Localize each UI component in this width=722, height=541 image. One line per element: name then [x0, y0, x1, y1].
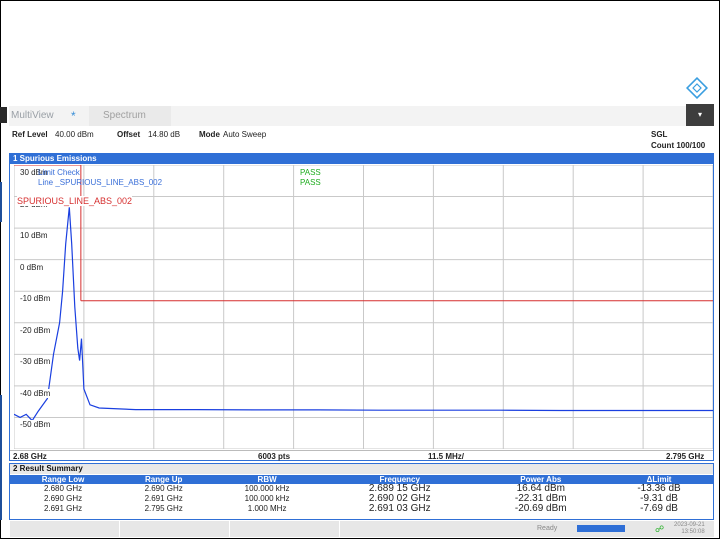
network-icon[interactable]: ☍: [655, 524, 664, 535]
column-header: Range Up: [116, 475, 212, 484]
table-cell: -20.69 dBm: [514, 503, 567, 514]
status-bar: Ready ☍ 2023-09-21 13:50:08: [9, 521, 714, 537]
spectrum-plot-svg: [14, 165, 713, 449]
status-ready: Ready: [537, 525, 558, 532]
table-cell: 2.690 GHz: [144, 484, 183, 493]
rs-logo-icon: [686, 77, 708, 99]
offset-value[interactable]: 14.80 dB: [148, 130, 180, 139]
table-cell: 2.691 GHz: [144, 494, 183, 503]
table-cell: 100.000 kHz: [244, 484, 290, 493]
table-cell: 100.000 kHz: [244, 494, 290, 503]
y-tick-label: 0 dBm: [20, 262, 44, 272]
left-edge-marker: [0, 182, 2, 222]
result-summary-window[interactable]: 2 Result Summary Range Low Range Up RBW Fre…: [9, 463, 714, 520]
status-segment: [119, 521, 230, 537]
table-cell: 2.690 GHz: [43, 494, 83, 503]
sweep-points: 6003 pts: [258, 452, 291, 461]
column-header: RBW: [211, 475, 323, 484]
table-cell: 1.000 MHz: [247, 504, 287, 513]
menu-button[interactable]: ▾: [686, 104, 714, 126]
tab-multiview[interactable]: MultiView: [9, 106, 54, 126]
window1-title[interactable]: 1 Spurious Emissions: [10, 154, 713, 164]
left-edge-marker: [0, 395, 2, 520]
tab-bar: MultiView * Spectrum: [9, 106, 686, 126]
datetime: 2023-09-21 13:50:08: [674, 522, 705, 536]
table-row[interactable]: 2.690 GHz 2.691 GHz 100.000 kHz 2.690 02 GH…: [10, 494, 713, 504]
plot-footer: 2.68 GHz 6003 pts 11.5 MHz/ 2.795 GHz: [10, 450, 713, 462]
span-per-division: 11.5 MHz/: [428, 452, 465, 461]
settings-line: Ref Level 40.00 dBm Offset 14.80 dB Mode…: [9, 126, 714, 152]
limit-check-result: PASS: [300, 168, 321, 177]
ref-level-value[interactable]: 40.00 dBm: [55, 130, 94, 139]
limit-line-label: Line _SPURIOUS_LINE_ABS_002: [38, 178, 163, 187]
window2-title[interactable]: 2 Result Summary: [10, 464, 713, 474]
mode-label: Mode: [199, 130, 220, 139]
status-segment: [339, 521, 450, 537]
table-cell: 2.691 GHz: [43, 504, 83, 513]
y-tick-label: -30 dBm: [20, 357, 51, 367]
sweep-count: Count 100/100: [651, 141, 706, 150]
tab-modified-indicator: *: [71, 109, 76, 123]
start-frequency: 2.68 GHz: [13, 452, 47, 461]
tab-spectrum[interactable]: Spectrum: [89, 106, 171, 126]
status-time: 13:50:08: [681, 529, 705, 535]
sgl-indicator: SGL: [651, 130, 668, 139]
limit-line-result: PASS: [300, 178, 321, 187]
y-tick-label: -40 dBm: [20, 388, 51, 398]
y-tick-label: -50 dBm: [20, 420, 51, 430]
limit-line-name: SPURIOUS_LINE_ABS_002: [17, 196, 133, 206]
mode-value[interactable]: Auto Sweep: [223, 130, 266, 139]
table-cell: 2.795 GHz: [144, 504, 183, 513]
ref-level-label: Ref Level: [12, 130, 48, 139]
column-header: Range Low: [10, 475, 117, 484]
result-summary-table: Range Low Range Up RBW Frequency Power Abs ΔL…: [10, 475, 713, 514]
y-tick-label: -10 dBm: [20, 294, 51, 304]
status-date: 2023-09-21: [674, 522, 705, 528]
table-cell: 2.691 03 GHz: [368, 503, 431, 514]
y-tick-label: -20 dBm: [20, 325, 51, 335]
y-tick-label: 10 dBm: [20, 231, 48, 241]
limit-check-label: Limit Check: [38, 168, 80, 177]
progress-bar: [577, 525, 625, 532]
status-segment: [9, 521, 120, 537]
stop-frequency: 2.795 GHz: [666, 452, 705, 461]
offset-label: Offset: [117, 130, 141, 139]
status-segment: [229, 521, 340, 537]
window-strip: [0, 107, 7, 123]
progress-bar-fill: [577, 525, 625, 532]
table-cell: 2.680 GHz: [43, 484, 83, 493]
table-cell: -7.69 dB: [640, 503, 678, 514]
spectrum-plot[interactable]: 30 dBm20 dBm10 dBm0 dBm-10 dBm-20 dBm-30…: [14, 165, 713, 449]
spurious-emissions-window[interactable]: 1 Spurious Emissions 30 dBm20 dBm10 dBm0…: [9, 153, 714, 461]
table-row[interactable]: 2.691 GHz 2.795 GHz 1.000 MHz 2.691 03 GHz -…: [10, 504, 713, 514]
table-row[interactable]: 2.680 GHz 2.690 GHz 100.000 kHz 2.689 15 GH…: [10, 484, 713, 494]
